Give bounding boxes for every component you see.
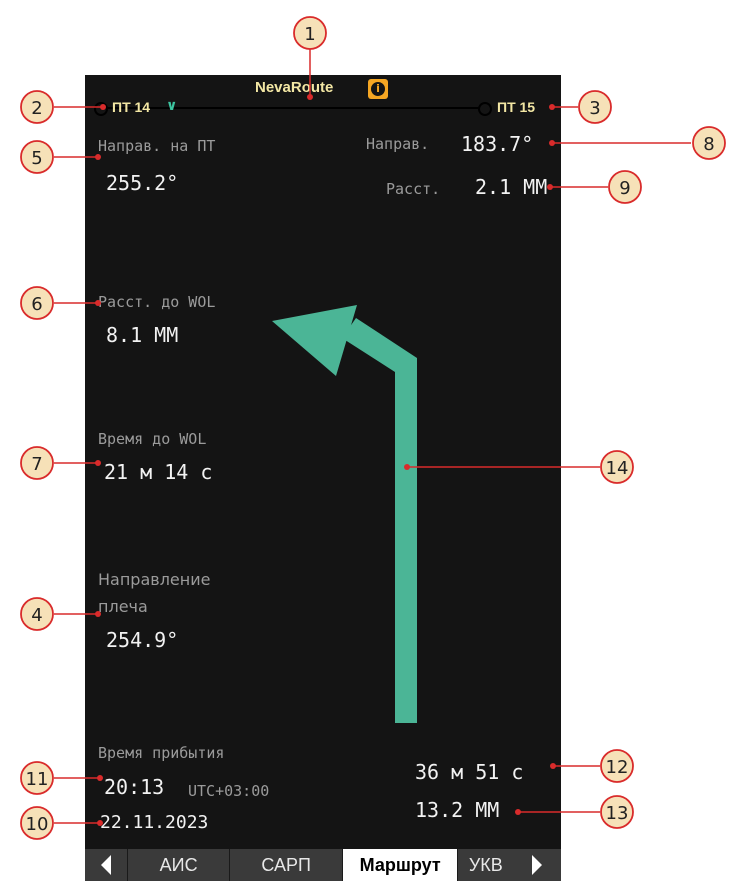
bottom-tab-bar: АИС САРП Маршрут УКВ bbox=[85, 849, 561, 881]
tab-sarp[interactable]: САРП bbox=[229, 849, 342, 881]
tab-ais[interactable]: АИС bbox=[126, 849, 230, 881]
tab-route[interactable]: Маршрут bbox=[341, 849, 458, 881]
arrow-left-icon[interactable] bbox=[85, 849, 127, 881]
turn-arrow-shaft bbox=[342, 318, 417, 723]
tab-ukv[interactable]: УКВ bbox=[457, 849, 513, 881]
arrow-right-icon[interactable] bbox=[513, 849, 561, 881]
turn-arrow-head bbox=[272, 305, 357, 376]
turn-arrow-icon bbox=[272, 305, 417, 723]
